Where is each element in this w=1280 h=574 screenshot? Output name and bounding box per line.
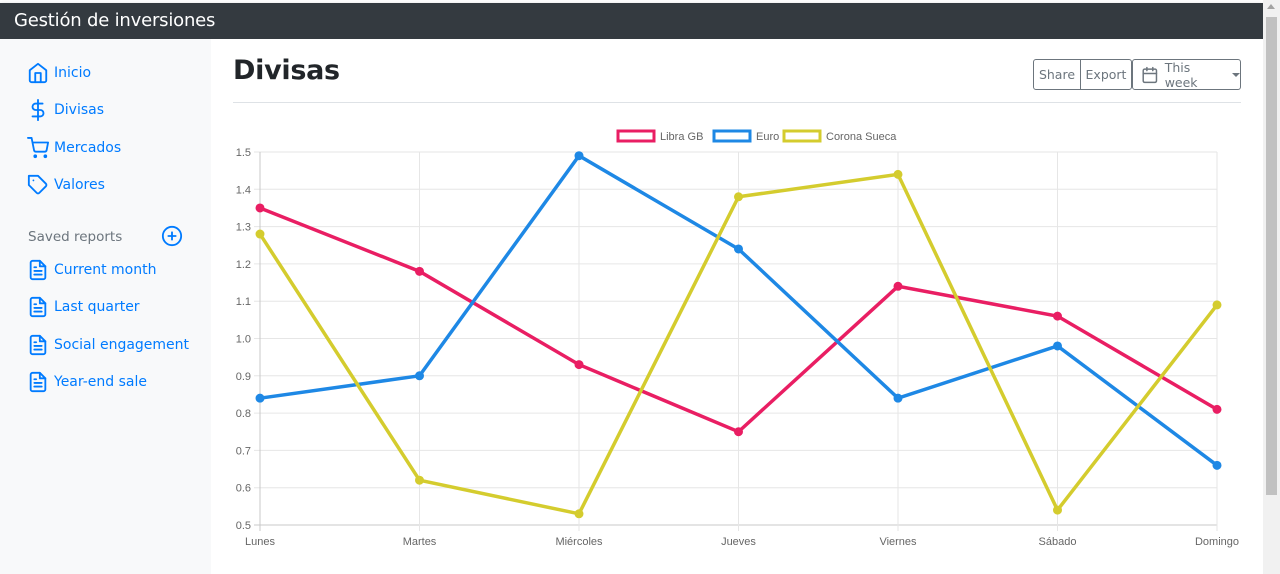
caret-down-icon — [1232, 72, 1240, 77]
data-point — [734, 244, 743, 254]
navbar: Gestión de inversiones — [0, 3, 1263, 39]
scrollbar-thumb[interactable] — [1266, 17, 1277, 495]
saved-report-label: Current month — [54, 262, 157, 278]
saved-report-current-month[interactable]: Current month — [27, 258, 156, 282]
legend-label: Euro — [756, 131, 779, 143]
data-point — [1212, 300, 1222, 310]
y-tick-label: 1.0 — [236, 334, 251, 346]
home-icon — [28, 62, 48, 84]
saved-report-year-end-sale[interactable]: Year-end sale — [27, 370, 147, 394]
calendar-icon — [1142, 66, 1158, 83]
file-text-icon — [29, 296, 47, 318]
cart-icon — [27, 137, 49, 159]
saved-report-label: Last quarter — [54, 299, 140, 315]
x-tick-label: Domingo — [1195, 536, 1239, 548]
sidebar-item-label: Inicio — [54, 65, 92, 81]
x-tick-label: Sábado — [1039, 536, 1077, 548]
data-point — [255, 203, 265, 213]
plus-circle-icon[interactable] — [161, 225, 183, 247]
data-point — [415, 266, 424, 276]
sidebar-item-divisas[interactable]: Divisas — [27, 98, 104, 122]
sidebar-item-valores[interactable]: Valores — [27, 173, 105, 197]
saved-report-label: Year-end sale — [54, 374, 147, 390]
data-point — [1053, 505, 1062, 515]
data-point — [574, 360, 584, 370]
share-button[interactable]: Share — [1033, 59, 1081, 90]
data-point — [893, 393, 903, 403]
y-tick-label: 0.9 — [236, 371, 251, 383]
legend-label: Libra GB — [660, 131, 703, 143]
saved-report-label: Social engagement — [54, 337, 190, 353]
tag-icon — [27, 174, 48, 195]
y-tick-label: 1.1 — [236, 296, 251, 308]
data-point — [893, 169, 903, 179]
data-point — [255, 229, 265, 239]
sidebar-item-label: Mercados — [54, 140, 122, 156]
sidebar-item-label: Valores — [54, 177, 105, 193]
data-point — [734, 192, 743, 202]
y-tick-label: 0.5 — [236, 520, 251, 532]
data-point — [415, 371, 424, 381]
data-point — [415, 475, 424, 485]
export-button[interactable]: Export — [1080, 59, 1132, 90]
legend-swatch — [712, 129, 752, 143]
y-tick-label: 0.7 — [236, 445, 251, 457]
period-label: This week — [1164, 59, 1198, 90]
x-tick-label: Miércoles — [555, 536, 603, 548]
x-tick-label: Martes — [403, 536, 437, 548]
data-point — [734, 427, 743, 437]
file-text-icon — [29, 334, 47, 356]
dollar-icon — [31, 99, 45, 121]
y-tick-label: 1.2 — [236, 259, 251, 271]
saved-report-last-quarter[interactable]: Last quarter — [27, 295, 140, 319]
saved-report-social-engagement[interactable]: Social engagement — [27, 333, 189, 357]
x-tick-label: Lunes — [245, 536, 275, 548]
header-divider — [233, 102, 1241, 103]
scroll-up-arrow-icon[interactable] — [1267, 4, 1275, 9]
file-text-icon — [29, 259, 47, 281]
period-dropdown-button[interactable]: This week — [1132, 59, 1241, 90]
legend-swatch — [782, 129, 822, 143]
currency-line-chart: 0.5 0.6 0.7 0.8 0.9 1.0 1.1 1.2 1.3 1.4 1.5 Lunes Ma… — [236, 129, 1239, 548]
data-point — [1053, 311, 1062, 321]
legend-label: Corona Sueca — [826, 131, 897, 143]
y-tick-label: 1.4 — [236, 184, 251, 196]
y-tick-label: 0.8 — [236, 408, 251, 420]
data-point — [255, 393, 265, 403]
data-point — [893, 281, 903, 291]
y-tick-label: 0.6 — [236, 483, 251, 495]
data-point — [1212, 404, 1222, 414]
data-point — [1053, 341, 1062, 351]
x-tick-label: Jueves — [721, 536, 756, 548]
file-text-icon — [29, 371, 47, 393]
y-tick-label: 1.5 — [236, 147, 251, 159]
data-point — [574, 509, 584, 519]
saved-reports-heading: Saved reports — [28, 229, 123, 245]
y-tick-label: 1.3 — [236, 222, 251, 234]
data-point — [1212, 460, 1222, 470]
brand-title[interactable]: Gestión de inversiones — [14, 10, 215, 31]
page-title: Divisas — [233, 55, 340, 86]
sidebar-item-label: Divisas — [54, 102, 105, 118]
sidebar-item-mercados[interactable]: Mercados — [27, 136, 121, 160]
data-point — [574, 151, 584, 161]
legend-swatch — [616, 129, 656, 143]
x-tick-label: Viernes — [879, 536, 917, 548]
sidebar-item-inicio[interactable]: Inicio — [27, 61, 91, 85]
